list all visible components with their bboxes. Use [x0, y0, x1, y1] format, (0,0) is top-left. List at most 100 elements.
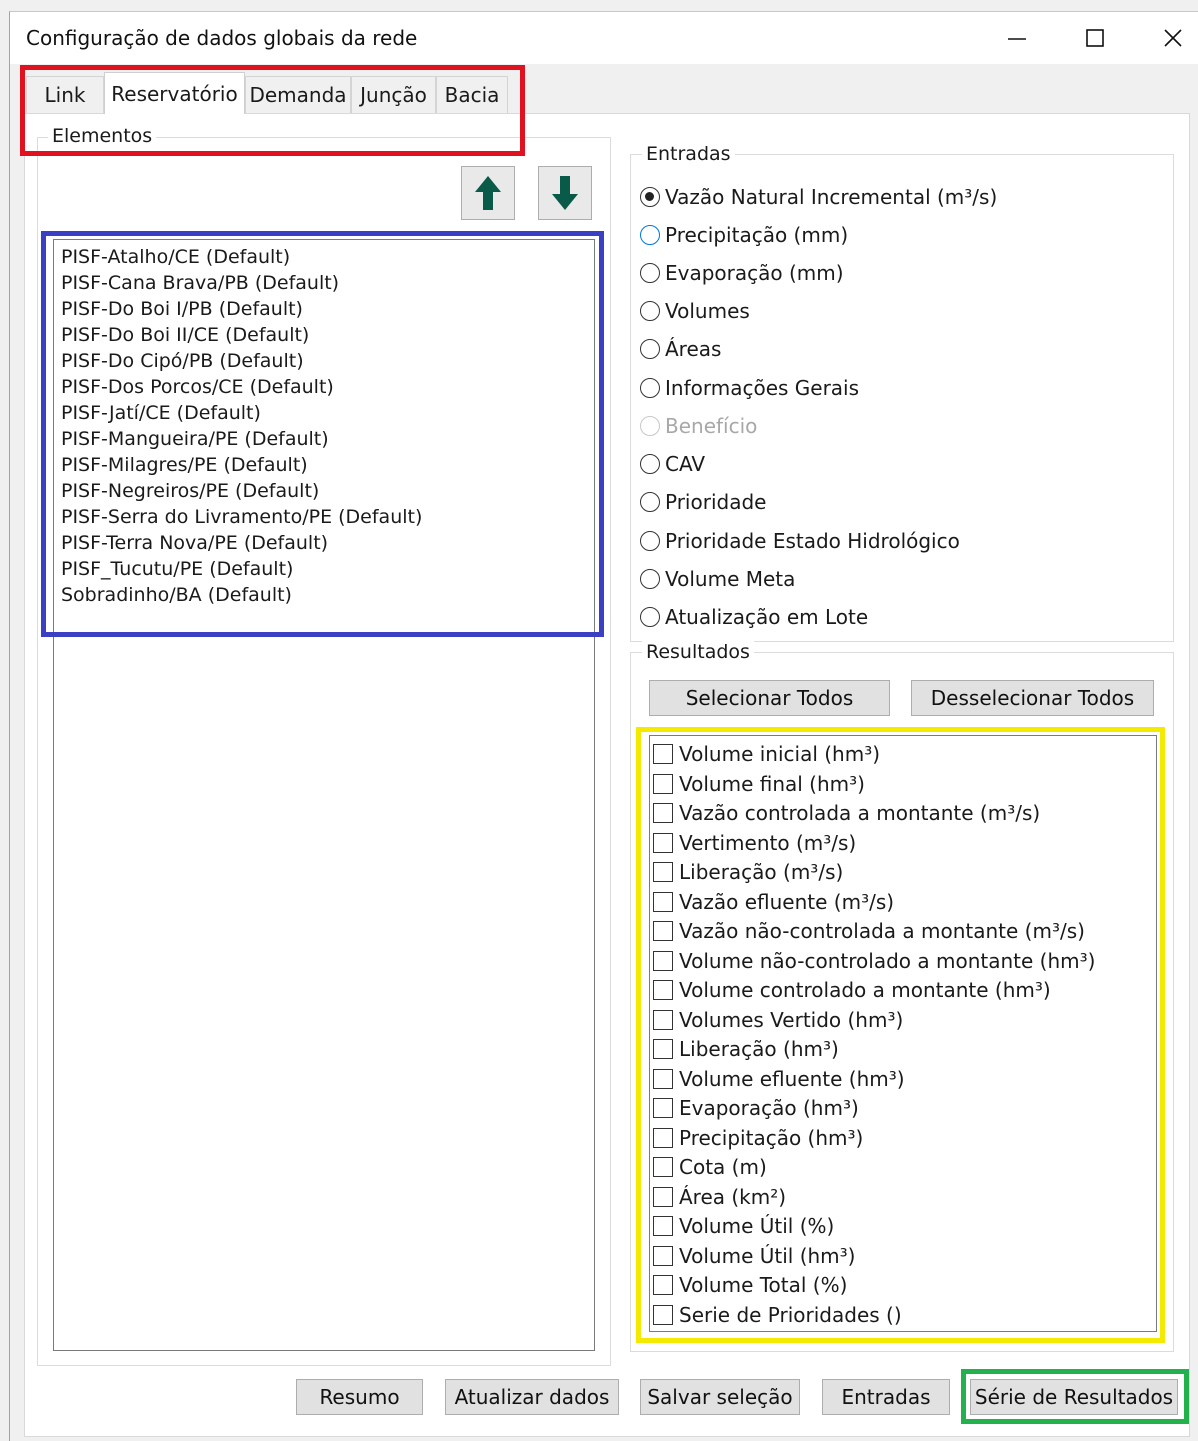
- checkbox[interactable]: [653, 833, 673, 853]
- checkbox[interactable]: [653, 803, 673, 823]
- checkbox[interactable]: [653, 980, 673, 1000]
- radio-volume-meta[interactable]: Volume Meta: [640, 564, 795, 594]
- list-item[interactable]: PISF-Serra do Livramento/PE (Default): [61, 504, 422, 530]
- radio-informacoes-gerais[interactable]: Informações Gerais: [640, 373, 859, 403]
- checkbox[interactable]: [653, 1157, 673, 1177]
- checkbox[interactable]: [653, 921, 673, 941]
- radio-button[interactable]: [640, 301, 660, 321]
- list-item[interactable]: PISF-Negreiros/PE (Default): [61, 478, 319, 504]
- check-item[interactable]: Vazão efluente (m³/s): [653, 888, 894, 916]
- radio-button[interactable]: [640, 569, 660, 589]
- elements-list[interactable]: PISF-Atalho/CE (Default) PISF-Cana Brava…: [53, 239, 595, 1351]
- radio-atualizacao-lote[interactable]: Atualização em Lote: [640, 602, 868, 632]
- radio-areas[interactable]: Áreas: [640, 334, 721, 364]
- tab-bacia[interactable]: Bacia: [436, 76, 508, 113]
- check-item[interactable]: Cota (m): [653, 1153, 767, 1181]
- radio-button[interactable]: [640, 531, 660, 551]
- list-item[interactable]: PISF-Mangueira/PE (Default): [61, 426, 329, 452]
- list-item[interactable]: PISF_Tucutu/PE (Default): [61, 556, 293, 582]
- checkbox[interactable]: [653, 862, 673, 882]
- tab-link[interactable]: Link: [26, 76, 104, 113]
- list-item[interactable]: PISF-Terra Nova/PE (Default): [61, 530, 328, 556]
- tab-reservatorio[interactable]: Reservatório: [104, 72, 245, 114]
- radio-precipitacao[interactable]: Precipitação (mm): [640, 220, 848, 250]
- list-item[interactable]: PISF-Do Boi II/CE (Default): [61, 322, 309, 348]
- entradas-button[interactable]: Entradas: [822, 1379, 950, 1415]
- atualizar-dados-button[interactable]: Atualizar dados: [445, 1379, 619, 1415]
- checkbox[interactable]: [653, 774, 673, 794]
- check-item[interactable]: Liberação (m³/s): [653, 858, 843, 886]
- check-item[interactable]: Precipitação (hm³): [653, 1124, 863, 1152]
- check-item[interactable]: Volume final (hm³): [653, 770, 865, 798]
- serie-resultados-button[interactable]: Série de Resultados: [970, 1379, 1178, 1415]
- radio-button[interactable]: [640, 454, 660, 474]
- resultados-group-label: Resultados: [642, 641, 754, 663]
- checkbox[interactable]: [653, 1069, 673, 1089]
- check-item[interactable]: Volume Útil (hm³): [653, 1242, 855, 1270]
- list-item[interactable]: PISF-Cana Brava/PB (Default): [61, 270, 339, 296]
- checkbox[interactable]: [653, 1128, 673, 1148]
- list-item[interactable]: PISF-Jatí/CE (Default): [61, 400, 261, 426]
- deselect-all-button[interactable]: Desselecionar Todos: [911, 680, 1154, 716]
- checkbox[interactable]: [653, 1187, 673, 1207]
- radio-button[interactable]: [640, 263, 660, 283]
- list-item[interactable]: PISF-Dos Porcos/CE (Default): [61, 374, 334, 400]
- check-item[interactable]: Área (km²): [653, 1183, 786, 1211]
- tab-demanda[interactable]: Demanda: [245, 76, 351, 113]
- check-item[interactable]: Volume inicial (hm³): [653, 740, 880, 768]
- tab-juncao[interactable]: Junção: [351, 76, 436, 113]
- results-checklist[interactable]: Volume inicial (hm³) Volume final (hm³) …: [649, 735, 1157, 1332]
- arrow-up-icon: [475, 176, 501, 210]
- checkbox[interactable]: [653, 1246, 673, 1266]
- checkbox[interactable]: [653, 1275, 673, 1295]
- check-item[interactable]: Volumes Vertido (hm³): [653, 1006, 903, 1034]
- check-item[interactable]: Volume efluente (hm³): [653, 1065, 905, 1093]
- checkbox[interactable]: [653, 1039, 673, 1059]
- check-item[interactable]: Vertimento (m³/s): [653, 829, 856, 857]
- checkbox[interactable]: [653, 1216, 673, 1236]
- radio-volumes[interactable]: Volumes: [640, 296, 750, 326]
- check-item[interactable]: Volume não-controlado a montante (hm³): [653, 947, 1095, 975]
- check-item[interactable]: Vazão não-controlada a montante (m³/s): [653, 917, 1085, 945]
- arrow-down-icon: [552, 176, 578, 210]
- resumo-button[interactable]: Resumo: [296, 1379, 423, 1415]
- select-all-button[interactable]: Selecionar Todos: [649, 680, 890, 716]
- radio-button[interactable]: [640, 187, 660, 207]
- list-item[interactable]: PISF-Do Boi I/PB (Default): [61, 296, 303, 322]
- salvar-selecao-button[interactable]: Salvar seleção: [640, 1379, 800, 1415]
- list-item[interactable]: PISF-Milagres/PE (Default): [61, 452, 308, 478]
- radio-button[interactable]: [640, 378, 660, 398]
- check-item[interactable]: Volume Útil (%): [653, 1212, 834, 1240]
- checkbox[interactable]: [653, 1098, 673, 1118]
- window-title: Configuração de dados globais da rede: [26, 26, 418, 50]
- checkbox[interactable]: [653, 1305, 673, 1325]
- checkbox[interactable]: [653, 744, 673, 764]
- checkbox[interactable]: [653, 951, 673, 971]
- close-button[interactable]: [1136, 12, 1198, 64]
- check-item[interactable]: Vazão controlada a montante (m³/s): [653, 799, 1040, 827]
- move-up-button[interactable]: [461, 166, 515, 220]
- check-item[interactable]: Volume Total (%): [653, 1271, 847, 1299]
- checkbox[interactable]: [653, 1010, 673, 1030]
- close-icon: [1164, 29, 1182, 47]
- radio-cav[interactable]: CAV: [640, 449, 705, 479]
- radio-prioridade-estado[interactable]: Prioridade Estado Hidrológico: [640, 526, 960, 556]
- list-item[interactable]: PISF-Atalho/CE (Default): [61, 244, 290, 270]
- check-item[interactable]: Serie de Prioridades (): [653, 1301, 902, 1329]
- minimize-button[interactable]: [980, 12, 1054, 64]
- move-down-button[interactable]: [538, 166, 592, 220]
- radio-evaporacao[interactable]: Evaporação (mm): [640, 258, 844, 288]
- check-item[interactable]: Volume controlado a montante (hm³): [653, 976, 1051, 1004]
- list-item[interactable]: PISF-Do Cipó/PB (Default): [61, 348, 304, 374]
- radio-button[interactable]: [640, 607, 660, 627]
- radio-button[interactable]: [640, 339, 660, 359]
- list-item[interactable]: Sobradinho/BA (Default): [61, 582, 292, 608]
- radio-button[interactable]: [640, 225, 660, 245]
- check-item[interactable]: Liberação (hm³): [653, 1035, 839, 1063]
- maximize-button[interactable]: [1058, 12, 1132, 64]
- radio-button[interactable]: [640, 492, 660, 512]
- checkbox[interactable]: [653, 892, 673, 912]
- radio-prioridade[interactable]: Prioridade: [640, 487, 766, 517]
- check-item[interactable]: Evaporação (hm³): [653, 1094, 859, 1122]
- radio-vazao-natural[interactable]: Vazão Natural Incremental (m³/s): [640, 182, 997, 212]
